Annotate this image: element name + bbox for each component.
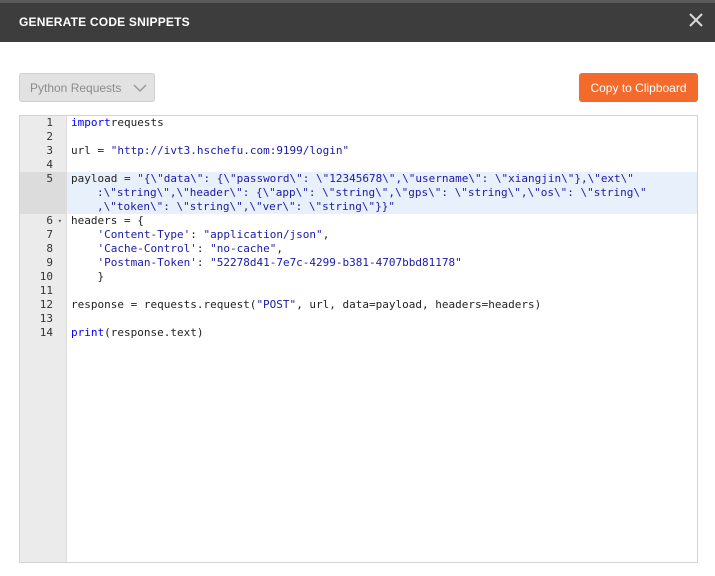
line-number-text: 11	[39, 284, 53, 297]
line-number-text: 12	[39, 298, 53, 311]
line-number: 12	[20, 298, 66, 312]
code-keyword: print	[71, 326, 105, 339]
line-number-text: 8	[46, 242, 53, 255]
line-number: 6 ▾	[20, 214, 66, 228]
code-line-text: print(response.text)	[71, 326, 203, 340]
code-line-text: payload = "{\"data\": {\"password\": \"1…	[71, 172, 634, 186]
dialog-title: GENERATE CODE SNIPPETS	[19, 15, 190, 29]
code-line-text: :\"string\",\"header\": {\"app\": \"stri…	[97, 186, 647, 200]
code-token: (response.text)	[104, 326, 204, 339]
fold-arrow-icon[interactable]: ▾	[58, 214, 62, 228]
code-string: "http://ivt3.hschefu.com:9199/login"	[110, 144, 350, 157]
code-token: }	[71, 270, 105, 283]
code-line-text: ,\"token\": \"string\",\"ver\": \"string…	[97, 200, 395, 214]
code-token: headers = {	[71, 214, 144, 227]
language-dropdown[interactable]: Python Requests	[19, 73, 155, 102]
code-token: , url, data=payload, headers=headers)	[296, 298, 542, 311]
code-line: response = requests.request("POST", url,…	[67, 298, 697, 312]
code-token: url =	[71, 144, 111, 157]
line-number-text: 14	[39, 326, 53, 339]
code-line-text: }	[71, 270, 104, 284]
code-line-text: response = requests.request("POST", url,…	[71, 298, 541, 312]
code-string: "{\"data\": {\"password\": \"12345678\",…	[137, 172, 634, 185]
line-number	[20, 200, 66, 214]
dialog-titlebar: GENERATE CODE SNIPPETS	[0, 0, 715, 42]
titlebar-strip	[0, 0, 715, 3]
line-number-text: 6	[46, 214, 53, 227]
line-number	[20, 186, 66, 200]
code-area[interactable]: importrequests url = "http://ivt3.hschefu…	[67, 116, 697, 562]
code-token: :	[190, 228, 204, 241]
code-line-text: headers = {	[71, 214, 144, 228]
code-string: "application/json"	[203, 228, 323, 241]
code-line: payload = "{\"data\": {\"password\": \"1…	[67, 172, 697, 186]
code-string: 'Postman-Token'	[97, 256, 197, 269]
line-number: 13	[20, 312, 66, 326]
line-number: 1	[20, 116, 66, 130]
code-string: :\"string\",\"header\": {\"app\": \"stri…	[97, 186, 647, 199]
code-token: :	[196, 242, 211, 255]
code-line-text: 'Postman-Token': "52278d41-7e7c-4299-b38…	[71, 256, 462, 270]
line-number-text: 7	[46, 228, 53, 241]
line-number-text: 5	[46, 172, 53, 185]
line-number: 4	[20, 158, 66, 172]
code-line-text: 'Cache-Control': "no-cache",	[71, 242, 283, 256]
code-line: 'Postman-Token': "52278d41-7e7c-4299-b38…	[67, 256, 697, 270]
code-line-text: importrequests	[71, 116, 164, 130]
line-number: 9	[20, 256, 66, 270]
code-line: ,\"token\": \"string\",\"ver\": \"string…	[67, 200, 697, 214]
line-number-text: 1	[46, 116, 53, 129]
code-line: :\"string\",\"header\": {\"app\": \"stri…	[67, 186, 697, 200]
code-token: response = requests.request(	[71, 298, 257, 311]
line-number: 5	[20, 172, 66, 186]
line-number-text: 13	[39, 312, 53, 325]
code-line-text: url = "http://ivt3.hschefu.com:9199/logi…	[71, 144, 349, 158]
code-token: requests	[110, 116, 164, 129]
line-number-text: 4	[46, 158, 53, 171]
line-number-text: 9	[46, 256, 53, 269]
code-string: ,\"token\": \"string\",\"ver\": \"string…	[97, 200, 396, 213]
line-number: 14	[20, 326, 66, 340]
line-number: 7	[20, 228, 66, 242]
code-string: "no-cache"	[210, 242, 277, 255]
chevron-down-icon	[133, 84, 147, 93]
line-number-text: 3	[46, 144, 53, 157]
copy-to-clipboard-button[interactable]: Copy to Clipboard	[579, 73, 698, 102]
code-string: 'Cache-Control'	[97, 242, 197, 255]
code-keyword: import	[71, 116, 111, 129]
code-token: ,	[322, 228, 330, 241]
code-token: payload =	[71, 172, 138, 185]
code-string: 'Content-Type'	[97, 228, 191, 241]
code-editor[interactable]: 1 2 3 4 5 6 ▾ 7 8 9 10 11 12 13 14 importrequests url =…	[19, 115, 698, 563]
code-line: 'Cache-Control': "no-cache",	[67, 242, 697, 256]
line-number-text: 10	[39, 270, 53, 283]
line-number-gutter: 1 2 3 4 5 6 ▾ 7 8 9 10 11 12 13 14	[20, 116, 67, 562]
line-number: 3	[20, 144, 66, 158]
close-icon[interactable]	[686, 10, 706, 30]
code-line: }	[67, 270, 697, 284]
code-line-text: 'Content-Type': "application/json",	[71, 228, 330, 242]
code-line: print(response.text)	[67, 326, 697, 340]
code-line: url = "http://ivt3.hschefu.com:9199/logi…	[67, 144, 697, 158]
line-number: 2	[20, 130, 66, 144]
code-line: importrequests	[67, 116, 697, 130]
line-number: 11	[20, 284, 66, 298]
language-dropdown-label: Python Requests	[30, 81, 122, 95]
line-number-text: 2	[46, 130, 53, 143]
line-number: 10	[20, 270, 66, 284]
code-line: headers = {	[67, 214, 697, 228]
code-line: 'Content-Type': "application/json",	[67, 228, 697, 242]
code-token: :	[196, 256, 211, 269]
code-string: "52278d41-7e7c-4299-b381-4707bbd81178"	[210, 256, 462, 269]
line-number: 8	[20, 242, 66, 256]
code-string: "POST"	[256, 298, 297, 311]
code-token: ,	[276, 242, 283, 255]
